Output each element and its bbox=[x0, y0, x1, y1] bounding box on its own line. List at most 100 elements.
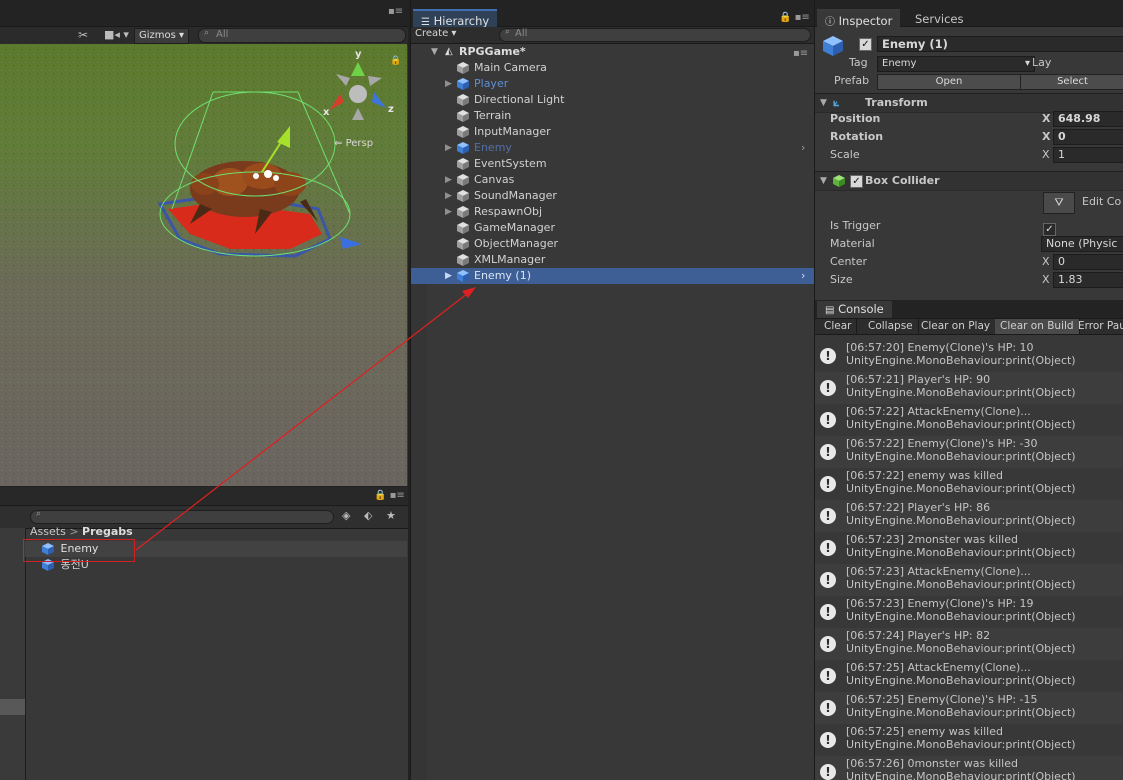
info-log-icon: ! bbox=[820, 764, 836, 780]
hierarchy-item-terrain[interactable]: Terrain bbox=[411, 108, 814, 124]
clear-on-play-button[interactable]: Clear on Play bbox=[916, 319, 997, 334]
filter-label-icon[interactable]: ⬖ bbox=[364, 509, 372, 522]
audio-toggle-icon[interactable]: ■◂ ▾ bbox=[104, 28, 129, 41]
expand-arrow-icon[interactable]: ▶ bbox=[445, 172, 452, 188]
tag-dropdown[interactable]: Enemy ▾ bbox=[877, 56, 1035, 72]
log-entry[interactable]: ! [06:57:22] enemy was killed UnityEngin… bbox=[815, 468, 1123, 500]
hierarchy-item-enemy-1[interactable]: ▶ Enemy (1) › bbox=[411, 268, 814, 284]
scale-x-field[interactable]: 1 bbox=[1053, 147, 1123, 163]
gameobject-cube-icon bbox=[457, 222, 469, 234]
expand-arrow-icon[interactable]: ▶ bbox=[445, 204, 452, 220]
hierarchy-item-directional-light[interactable]: Directional Light bbox=[411, 92, 814, 108]
info-log-icon: ! bbox=[820, 540, 836, 556]
expand-arrow-icon[interactable]: ▶ bbox=[445, 76, 452, 92]
create-dropdown[interactable]: Create ▾ bbox=[415, 28, 456, 39]
hierarchy-item-main-camera[interactable]: Main Camera bbox=[411, 60, 814, 76]
error-pause-button[interactable]: Error Pau bbox=[1073, 319, 1123, 334]
log-entry[interactable]: ! [06:57:25] enemy was killed UnityEngin… bbox=[815, 724, 1123, 756]
gizmos-dropdown[interactable]: Gizmos ▾ bbox=[134, 28, 190, 44]
log-entry[interactable]: ! [06:57:26] 0monster was killed UnityEn… bbox=[815, 756, 1123, 780]
hierarchy-search-input[interactable]: ⌕ All bbox=[499, 27, 811, 42]
scene-root-row[interactable]: ▼ ◭ RPGGame* ▪≡ bbox=[411, 44, 814, 60]
log-entry[interactable]: ! [06:57:21] Player's HP: 90 UnityEngine… bbox=[815, 372, 1123, 404]
hierarchy-item-label: Directional Light bbox=[474, 93, 565, 106]
active-checkbox[interactable]: ✓ bbox=[859, 37, 872, 51]
tools-icon[interactable]: ✂ bbox=[78, 28, 88, 42]
log-entry[interactable]: ! [06:57:23] AttackEnemy(Clone)... Unity… bbox=[815, 564, 1123, 596]
log-message: [06:57:25] enemy was killed bbox=[846, 725, 1003, 738]
tab-console[interactable]: ▤ Console bbox=[817, 301, 892, 318]
log-stack: UnityEngine.MonoBehaviour:print(Object) bbox=[846, 610, 1076, 623]
breadcrumb-root[interactable]: Assets bbox=[30, 525, 66, 538]
log-message: [06:57:25] Enemy(Clone)'s HP: -15 bbox=[846, 693, 1038, 706]
chevron-right-icon[interactable]: › bbox=[801, 268, 805, 284]
folder-tree-selected-row[interactable] bbox=[0, 699, 25, 715]
size-x-field[interactable]: 1.83 bbox=[1053, 272, 1123, 288]
edit-collider-button[interactable]: ⛛ bbox=[1043, 192, 1075, 214]
lock-icon[interactable]: 🔒 bbox=[390, 56, 401, 66]
filter-type-icon[interactable]: ◈ bbox=[342, 509, 350, 522]
project-lock-menu-icon[interactable]: 🔒 ▪≡ bbox=[374, 490, 405, 501]
panel-menu-icon[interactable]: 🔒 ▪≡ bbox=[779, 12, 810, 23]
log-entry[interactable]: ! [06:57:23] Enemy(Clone)'s HP: 19 Unity… bbox=[815, 596, 1123, 628]
rotation-x-field[interactable]: 0 bbox=[1053, 129, 1123, 145]
log-entry[interactable]: ! [06:57:25] AttackEnemy(Clone)... Unity… bbox=[815, 660, 1123, 692]
panel-menu-icon[interactable]: ▪≡ bbox=[388, 6, 403, 17]
log-message: [06:57:24] Player's HP: 82 bbox=[846, 629, 991, 642]
project-search-input[interactable]: ⌕ bbox=[30, 509, 334, 524]
log-stack: UnityEngine.MonoBehaviour:print(Object) bbox=[846, 578, 1076, 591]
expand-arrow-icon[interactable]: ▶ bbox=[445, 188, 452, 204]
hierarchy-item-gamemanager[interactable]: GameManager bbox=[411, 220, 814, 236]
material-field[interactable]: None (Physic bbox=[1041, 236, 1123, 252]
persp-label[interactable]: ⇐ Persp bbox=[334, 138, 373, 149]
tab-inspector[interactable]: ⓘ Inspector bbox=[817, 9, 901, 33]
log-stack: UnityEngine.MonoBehaviour:print(Object) bbox=[846, 770, 1076, 780]
clear-button[interactable]: Clear bbox=[819, 319, 858, 334]
hierarchy-item-inputmanager[interactable]: InputManager bbox=[411, 124, 814, 140]
hierarchy-item-respawnobj[interactable]: ▶ RespawnObj bbox=[411, 204, 814, 220]
prefab-select-button[interactable]: Select bbox=[1020, 74, 1123, 90]
box-collider-header[interactable]: ▼ ✓ Box Collider bbox=[815, 171, 1123, 191]
log-entry[interactable]: ! [06:57:24] Player's HP: 82 UnityEngine… bbox=[815, 628, 1123, 660]
position-x-field[interactable]: 648.98 bbox=[1053, 111, 1123, 127]
collapse-button[interactable]: Collapse bbox=[863, 319, 919, 334]
hierarchy-item-label: XMLManager bbox=[474, 253, 546, 266]
chevron-right-icon[interactable]: › bbox=[801, 140, 805, 156]
object-name-field[interactable]: Enemy (1) bbox=[877, 36, 1123, 52]
log-entry[interactable]: ! [06:57:20] Enemy(Clone)'s HP: 10 Unity… bbox=[815, 340, 1123, 372]
scene-search-input[interactable]: ⌕ All bbox=[198, 28, 406, 43]
hierarchy-item-objectmanager[interactable]: ObjectManager bbox=[411, 236, 814, 252]
favorite-star-icon[interactable]: ★ bbox=[386, 509, 396, 522]
hierarchy-item-player[interactable]: ▶ Player bbox=[411, 76, 814, 92]
center-label: Center bbox=[830, 255, 868, 268]
breadcrumb-folder[interactable]: Pregabs bbox=[82, 525, 133, 538]
hierarchy-item-eventsystem[interactable]: EventSystem bbox=[411, 156, 814, 172]
tab-services[interactable]: Services bbox=[907, 9, 972, 31]
expand-arrow-icon[interactable]: ▶ bbox=[445, 268, 452, 284]
hierarchy-item-soundmanager[interactable]: ▶ SoundManager bbox=[411, 188, 814, 204]
prefab-cube-icon bbox=[457, 270, 469, 282]
gameobject-cube-icon bbox=[457, 206, 469, 218]
log-entry[interactable]: ! [06:57:22] Enemy(Clone)'s HP: -30 Unit… bbox=[815, 436, 1123, 468]
box-collider-enabled-checkbox[interactable]: ✓ bbox=[850, 172, 863, 190]
log-entry[interactable]: ! [06:57:22] AttackEnemy(Clone)... Unity… bbox=[815, 404, 1123, 436]
scene-viewport[interactable]: y x z ⇐ Persp 🔒 bbox=[0, 44, 407, 486]
foldout-arrow-icon[interactable]: ▼ bbox=[820, 172, 827, 190]
hierarchy-item-canvas[interactable]: ▶ Canvas bbox=[411, 172, 814, 188]
log-entry[interactable]: ! [06:57:22] Player's HP: 86 UnityEngine… bbox=[815, 500, 1123, 532]
log-stack: UnityEngine.MonoBehaviour:print(Object) bbox=[846, 482, 1076, 495]
prefab-open-button[interactable]: Open bbox=[877, 74, 1021, 90]
hierarchy-item-xmlmanager[interactable]: XMLManager bbox=[411, 252, 814, 268]
log-entry[interactable]: ! [06:57:25] Enemy(Clone)'s HP: -15 Unit… bbox=[815, 692, 1123, 724]
project-folder-tree[interactable] bbox=[0, 528, 26, 780]
log-entry[interactable]: ! [06:57:23] 2monster was killed UnityEn… bbox=[815, 532, 1123, 564]
dropdown-arrow-icon: ▾ bbox=[1024, 58, 1030, 69]
expand-arrow-icon[interactable]: ▶ bbox=[445, 140, 452, 156]
scene-view-panel: ▪≡ ✂ ■◂ ▾ Gizmos ▾ ⌕ All y x z ⇐ Persp 🔒 bbox=[0, 0, 408, 486]
hierarchy-item-label: SoundManager bbox=[474, 189, 557, 202]
expand-arrow-icon[interactable]: ▼ bbox=[431, 44, 438, 60]
hierarchy-item-enemy[interactable]: ▶ Enemy › bbox=[411, 140, 814, 156]
center-x-field[interactable]: 0 bbox=[1053, 254, 1123, 270]
clear-on-build-button[interactable]: Clear on Build bbox=[995, 319, 1080, 334]
size-label: Size bbox=[830, 273, 853, 286]
